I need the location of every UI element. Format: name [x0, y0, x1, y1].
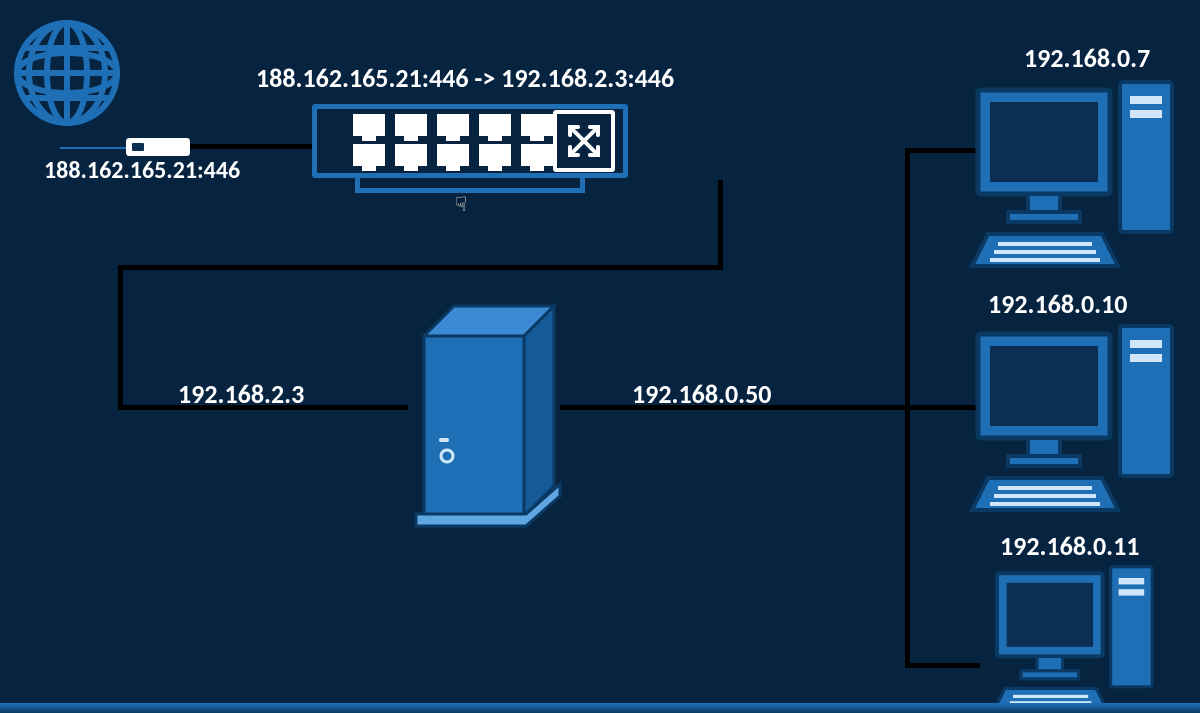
- link-router-server-seg1: [718, 180, 723, 270]
- public-ip-label: 188.162.165.21:446: [44, 156, 240, 185]
- link-server-lan-trunk: [560, 405, 910, 410]
- network-diagram: 188.162.165.21:446 -> 192.168.2.3:446 18…: [0, 0, 1200, 713]
- switch-arrows-icon: [553, 110, 615, 172]
- link-router-server-seg2: [118, 265, 723, 270]
- link-router-server-seg3: [118, 265, 123, 410]
- router-port: [395, 114, 427, 136]
- link-modem-router: [190, 144, 314, 149]
- desktop-pc3-icon: [968, 562, 1178, 713]
- pc1-ip-label: 192.168.0.7: [1024, 42, 1150, 74]
- globe-icon: [12, 18, 122, 133]
- link-internet-modem: [60, 147, 128, 149]
- router-icon: [312, 104, 628, 193]
- nat-rule-label: 188.162.165.21:446 -> 192.168.2.3:446: [256, 62, 674, 94]
- modem-icon: [126, 138, 190, 156]
- server-icon: [394, 296, 574, 536]
- pc2-ip-label: 192.168.0.10: [988, 288, 1127, 320]
- cursor-icon: ☟: [455, 192, 467, 217]
- router-port: [437, 114, 469, 136]
- router-port: [521, 144, 553, 166]
- router-port: [479, 114, 511, 136]
- desktop-pc1-icon: [968, 76, 1178, 281]
- router-port: [395, 144, 427, 166]
- router-port: [437, 144, 469, 166]
- footer-strip: [0, 703, 1200, 713]
- desktop-pc2-icon: [968, 320, 1178, 525]
- router-port: [479, 144, 511, 166]
- router-port: [353, 144, 385, 166]
- router-port: [353, 114, 385, 136]
- pc3-ip-label: 192.168.0.11: [1000, 530, 1139, 562]
- link-router-server-seg4: [118, 405, 408, 410]
- router-port: [521, 114, 553, 136]
